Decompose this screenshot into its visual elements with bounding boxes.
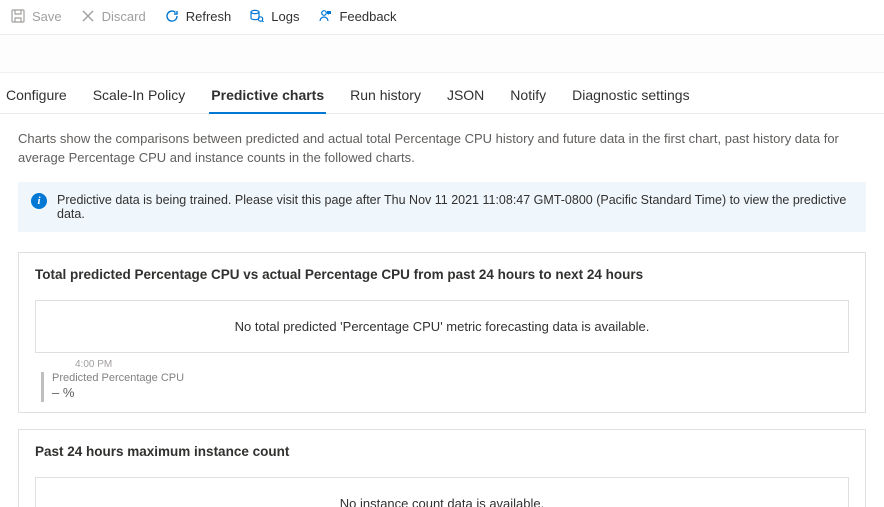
axis-tick-label: 4:00 PM [41,359,849,370]
panel-instance-count-title: Past 24 hours maximum instance count [35,444,849,459]
tab-predictive-charts[interactable]: Predictive charts [209,83,326,113]
empty-state-instance-count: No instance count data is available. [35,477,849,507]
legend-series-label: Predicted Percentage CPU [52,372,184,384]
legend-swatch [41,372,44,402]
tab-scalein-policy[interactable]: Scale-In Policy [91,83,188,113]
info-banner: i Predictive data is being trained. Plea… [18,182,866,232]
save-button[interactable]: Save [8,6,64,26]
header-band [0,35,884,73]
info-banner-text: Predictive data is being trained. Please… [57,193,853,221]
command-bar: Save Discard Refresh Logs [0,0,884,35]
refresh-label: Refresh [186,9,232,24]
close-icon [80,8,96,24]
chart-legend: 4:00 PM Predicted Percentage CPU – % [35,359,849,402]
feedback-icon [317,8,333,24]
tab-strip: Configure Scale-In Policy Predictive cha… [0,73,884,114]
logs-label: Logs [271,9,299,24]
panel-predicted-cpu: Total predicted Percentage CPU vs actual… [18,252,866,413]
panel-instance-count: Past 24 hours maximum instance count No … [18,429,866,507]
tab-json[interactable]: JSON [445,83,486,113]
legend-series-value: – % [52,385,184,400]
discard-button[interactable]: Discard [78,6,148,26]
info-icon: i [31,193,47,209]
save-label: Save [32,9,62,24]
logs-button[interactable]: Logs [247,6,301,26]
empty-state-predicted-cpu: No total predicted 'Percentage CPU' metr… [35,300,849,353]
intro-text: Charts show the comparisons between pred… [18,130,866,168]
tab-run-history[interactable]: Run history [348,83,423,113]
tab-configure[interactable]: Configure [4,83,69,113]
logs-icon [249,8,265,24]
content-area: Charts show the comparisons between pred… [0,114,884,507]
tab-diagnostic-settings[interactable]: Diagnostic settings [570,83,692,113]
tab-notify[interactable]: Notify [508,83,548,113]
refresh-icon [164,8,180,24]
save-icon [10,8,26,24]
feedback-label: Feedback [339,9,396,24]
refresh-button[interactable]: Refresh [162,6,234,26]
discard-label: Discard [102,9,146,24]
feedback-button[interactable]: Feedback [315,6,398,26]
panel-predicted-cpu-title: Total predicted Percentage CPU vs actual… [35,267,849,282]
